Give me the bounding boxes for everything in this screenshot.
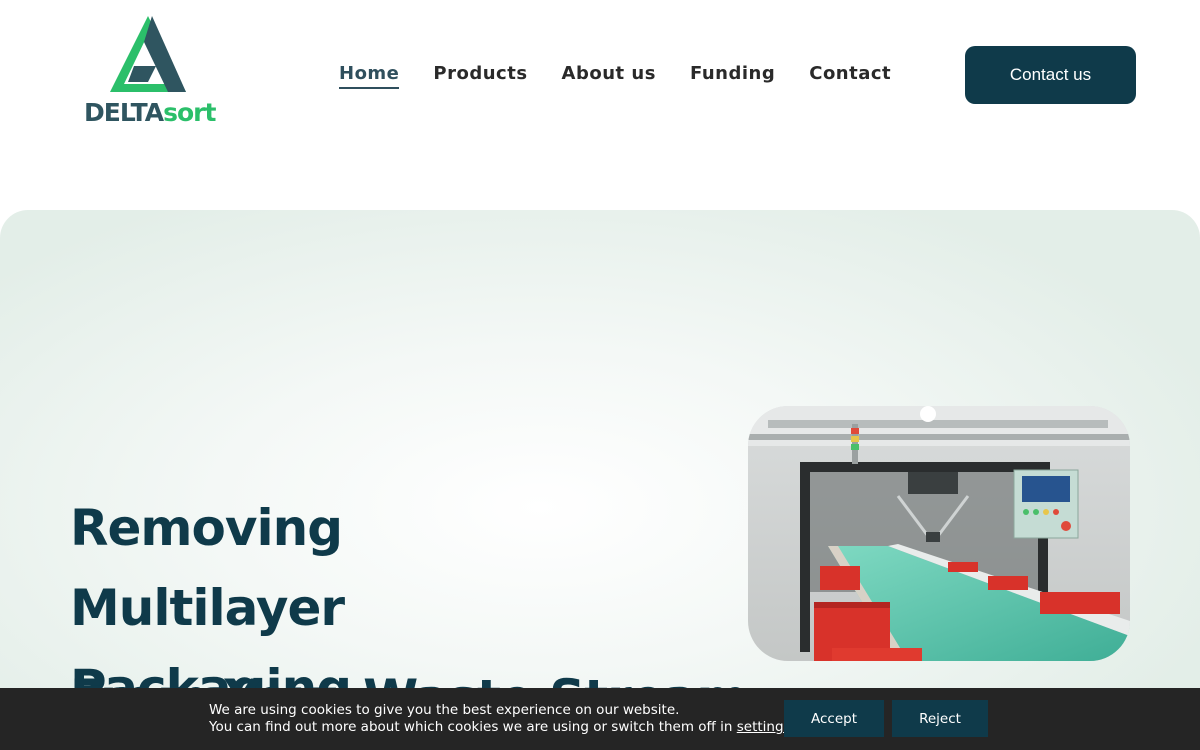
- nav-item-home[interactable]: Home: [339, 63, 400, 89]
- deltasort-logo[interactable]: DELTAsort: [84, 14, 216, 127]
- cookie-consent-bar: We are using cookies to give you the bes…: [0, 688, 1200, 750]
- contact-us-button[interactable]: Contact us: [965, 46, 1136, 104]
- sorting-conveyor-photo: [748, 406, 1130, 661]
- logo-sort-text: sort: [163, 98, 216, 127]
- logo-wordmark: DELTAsort: [84, 98, 216, 127]
- logo-delta-text: DELTA: [84, 98, 164, 127]
- cookie-accept-button[interactable]: Accept: [784, 700, 884, 737]
- cookie-line-1: We are using cookies to give you the bes…: [209, 702, 680, 718]
- main-nav: Home Products About us Funding Contact: [339, 63, 891, 89]
- nav-item-funding[interactable]: Funding: [690, 63, 775, 89]
- delta-triangle-icon: [110, 16, 186, 92]
- nav-item-contact[interactable]: Contact: [809, 63, 891, 89]
- cookie-settings-link[interactable]: settings: [737, 719, 791, 735]
- nav-item-about-us[interactable]: About us: [562, 63, 656, 89]
- cookie-message: We are using cookies to give you the bes…: [209, 702, 795, 736]
- cookie-line-2: You can find out more about which cookie…: [209, 719, 795, 736]
- cookie-line-2-text: You can find out more about which cookie…: [209, 719, 737, 735]
- cookie-reject-button[interactable]: Reject: [892, 700, 988, 737]
- nav-item-products[interactable]: Products: [433, 63, 527, 89]
- hero-section: Removing Multilayer Packaging From Your …: [0, 210, 1200, 750]
